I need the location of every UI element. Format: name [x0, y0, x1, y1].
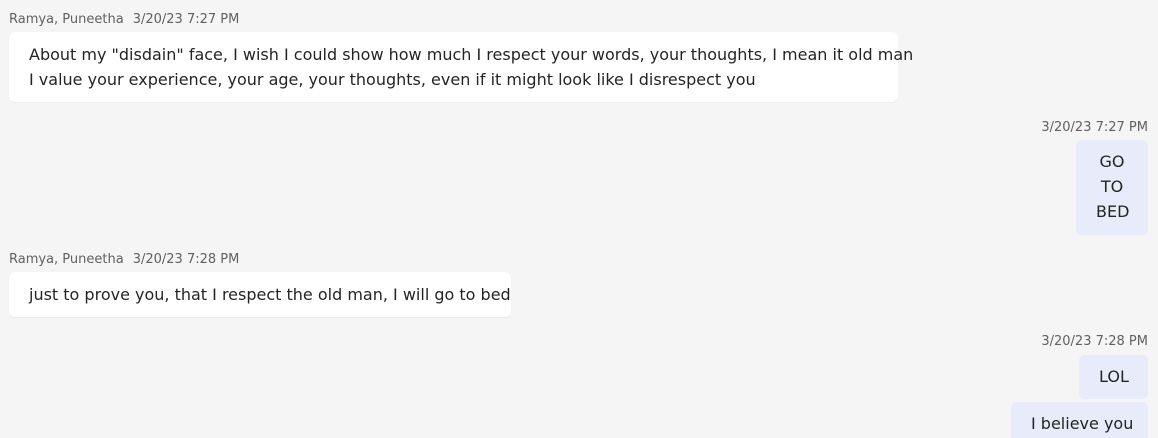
message-text-line: About my "disdain" face, I wish I could … — [29, 45, 914, 64]
incoming-message-bubble[interactable]: just to prove you, that I respect the ol… — [9, 272, 511, 317]
message-timestamp-outgoing: 3/20/23 7:28 PM — [1041, 334, 1148, 350]
outgoing-message-bubble[interactable]: I believe you — [1011, 402, 1148, 438]
message-timestamp: 3/20/23 7:28 PM — [132, 252, 240, 267]
message-text-line: LOL — [1099, 367, 1129, 386]
message-timestamp-outgoing: 3/20/23 7:27 PM — [1041, 120, 1148, 136]
message-timestamp: 3/20/23 7:28 PM — [1041, 334, 1148, 349]
message-timestamp: 3/20/23 7:27 PM — [132, 12, 240, 27]
message-timestamp: 3/20/23 7:27 PM — [1041, 120, 1148, 135]
incoming-message-bubble[interactable]: About my "disdain" face, I wish I could … — [9, 32, 914, 102]
message-text-line: just to prove you, that I respect the ol… — [29, 285, 511, 304]
outgoing-message-bubble[interactable]: GO TO BED — [1076, 140, 1148, 235]
message-text-line: I value your experience, your age, your … — [29, 70, 756, 89]
outgoing-message-bubble[interactable]: LOL — [1079, 355, 1148, 399]
message-text-line: BED — [1096, 202, 1130, 221]
chat-message-list: Ramya, Puneetha 3/20/23 7:27 PM About my … — [0, 0, 1158, 438]
message-text-line: I believe you — [1031, 414, 1134, 433]
sender-name: Ramya, Puneetha — [9, 12, 124, 27]
message-text-line: GO — [1099, 152, 1125, 171]
sender-name: Ramya, Puneetha — [9, 252, 124, 267]
message-text-line: TO — [1100, 177, 1124, 196]
message-header: Ramya, Puneetha 3/20/23 7:28 PM — [9, 252, 239, 268]
message-header: Ramya, Puneetha 3/20/23 7:27 PM — [9, 12, 239, 28]
